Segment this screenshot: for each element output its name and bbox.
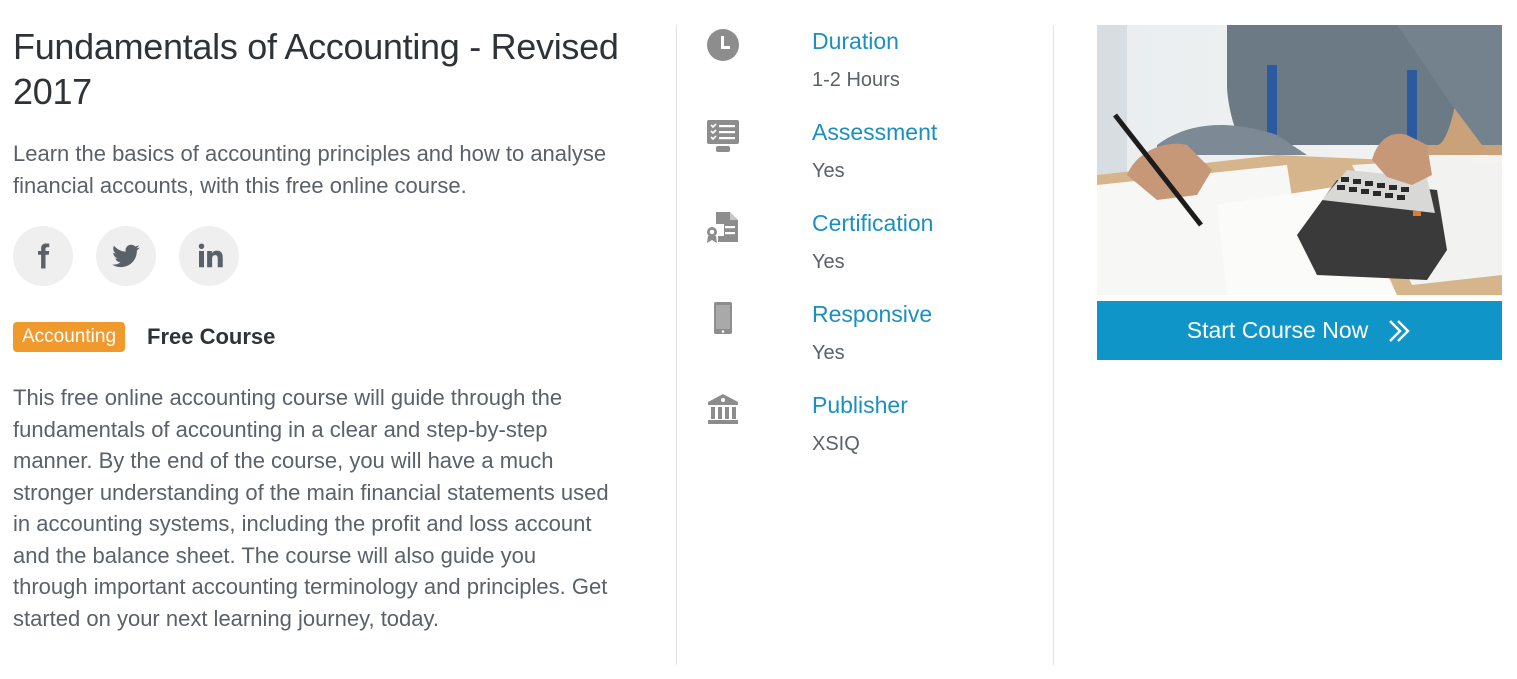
twitter-icon	[112, 244, 140, 268]
assessment-icon	[707, 120, 739, 152]
facebook-icon	[38, 243, 50, 269]
course-header: Fundamentals of Accounting - Revised 201…	[13, 24, 633, 634]
course-tags: Accounting Free Course	[13, 322, 633, 352]
course-title: Fundamentals of Accounting - Revised 201…	[13, 26, 619, 112]
course-image	[1097, 25, 1502, 295]
clock-icon	[707, 29, 739, 61]
detail-label: Responsive	[812, 301, 933, 327]
start-course-button[interactable]: Start Course Now	[1097, 301, 1502, 360]
detail-label: Assessment	[812, 119, 938, 145]
detail-value: Yes	[812, 160, 845, 182]
start-course-label: Start Course Now	[1186, 317, 1369, 343]
category-tag[interactable]: Accounting	[13, 322, 126, 352]
column-divider	[676, 25, 677, 665]
course-subtitle: Learn the basics of accounting principle…	[13, 141, 607, 198]
share-twitter-button[interactable]	[96, 226, 156, 286]
detail-label: Publisher	[812, 392, 908, 418]
course-description: This free online accounting course will …	[13, 385, 609, 631]
detail-publisher: Publisher XSIQ	[706, 390, 1036, 481]
detail-value: XSIQ	[812, 433, 860, 455]
course-sidebar: Start Course Now	[1097, 25, 1502, 360]
linkedin-icon	[198, 243, 223, 268]
detail-assessment: Assessment Yes	[706, 117, 1036, 208]
detail-value: 1-2 Hours	[812, 69, 900, 91]
course-details: Duration 1-2 Hours Assessment Yes Certif…	[706, 26, 1036, 481]
social-share	[13, 226, 633, 286]
detail-responsive: Responsive Yes	[706, 299, 1036, 390]
mobile-icon	[714, 302, 732, 334]
detail-label: Certification	[812, 210, 934, 236]
column-divider	[1053, 25, 1054, 665]
certificate-icon	[707, 212, 738, 243]
detail-duration: Duration 1-2 Hours	[706, 26, 1036, 117]
share-linkedin-button[interactable]	[179, 226, 239, 286]
double-chevron-right-icon	[1389, 319, 1410, 342]
detail-certification: Certification Yes	[706, 208, 1036, 299]
detail-label: Duration	[812, 28, 899, 54]
share-facebook-button[interactable]	[13, 226, 73, 286]
detail-value: Yes	[812, 251, 845, 273]
institution-icon	[708, 394, 738, 424]
detail-value: Yes	[812, 342, 845, 364]
price-label: Free Course	[147, 324, 276, 349]
